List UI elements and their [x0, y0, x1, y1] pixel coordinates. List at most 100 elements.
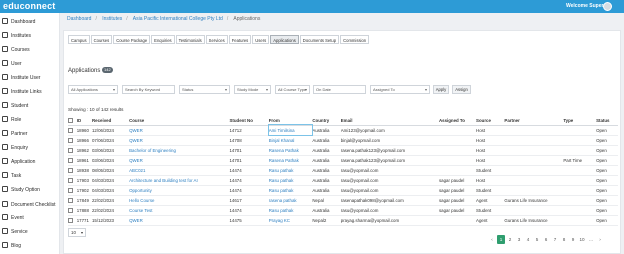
tab-course-package[interactable]: Course Package — [113, 35, 151, 44]
row-checkbox[interactable] — [68, 195, 77, 206]
table-row[interactable]: 17771 15/12/2023 QWER 14475 Prayag KC Nepal2 p… — [68, 215, 618, 226]
sidebar-item-student[interactable]: Student — [0, 100, 60, 111]
cell-from[interactable]: Prayag KC — [268, 215, 313, 226]
column-header-assigned-to[interactable]: Assigned To — [438, 116, 477, 126]
cell-from[interactable]: Rasena Pathak — [268, 145, 313, 156]
row-checkbox[interactable] — [68, 145, 77, 156]
sidebar-item-courses[interactable]: Courses — [0, 44, 60, 55]
table-row[interactable]: 18938 08/05/2024 ABC021 14474 Rasu pathak Aus… — [68, 165, 618, 176]
app-logo[interactable]: educonnect — [3, 1, 56, 11]
table-row[interactable]: 18966 07/06/2024 QWER 14708 Binjal Khanal Aus… — [68, 135, 618, 146]
cell-from[interactable]: Rasu pathak — [268, 165, 313, 176]
sidebar-item-task[interactable]: Task — [0, 170, 60, 181]
breadcrumb-institutes[interactable]: Institutes — [102, 16, 122, 22]
page-1[interactable]: 1 — [497, 235, 505, 244]
column-header-from[interactable]: From — [268, 116, 313, 126]
column-header-student-no[interactable]: Student No — [229, 116, 269, 126]
cell-course[interactable]: QWER — [129, 125, 230, 136]
applications-filter-select[interactable]: All Applications ▾ — [68, 85, 118, 94]
sidebar-item-service[interactable]: Service — [0, 226, 60, 237]
tab-commission[interactable]: Commission — [340, 35, 370, 44]
tab-users[interactable]: Users — [252, 35, 270, 44]
cell-course[interactable]: ABC021 — [129, 165, 230, 176]
avatar[interactable] — [603, 2, 612, 11]
sidebar-item-study-option[interactable]: Study Option — [0, 184, 60, 195]
sidebar-item-institute-user[interactable]: Institute User — [0, 72, 60, 83]
assign-button[interactable]: Assign — [452, 85, 471, 94]
sidebar-item-event[interactable]: Event — [0, 212, 60, 223]
table-row[interactable]: 18960 12/06/2024 QWER 14712 Ami Timilsina Aus… — [68, 124, 618, 136]
row-checkbox[interactable] — [68, 155, 77, 166]
sidebar-item-role[interactable]: Role — [0, 114, 60, 125]
table-row[interactable]: 17902 04/03/2024 Opportunity 14474 Rasu path… — [68, 185, 618, 196]
cell-course[interactable]: QWER — [129, 155, 230, 166]
search-input[interactable]: Search By Keyword — [122, 85, 175, 94]
study-mode-select[interactable]: Study Mode ▾ — [234, 85, 271, 94]
row-checkbox[interactable] — [68, 135, 77, 146]
tab-enquiries[interactable]: Enquiries — [151, 35, 175, 44]
prev-page-icon[interactable]: ‹ — [488, 235, 496, 244]
cell-from[interactable]: Rasu pathak — [268, 175, 313, 186]
row-checkbox[interactable] — [68, 165, 77, 176]
next-page-icon[interactable]: › — [596, 235, 604, 244]
table-row[interactable]: 18962 03/06/2024 Bachelor of Engineering 14… — [68, 145, 618, 156]
row-checkbox[interactable] — [68, 175, 77, 186]
table-row[interactable]: 17849 22/02/2024 Hello Course 14617 rasena p… — [68, 195, 618, 206]
sidebar-item-user[interactable]: User — [0, 58, 60, 69]
course-type-select[interactable]: All Course Type ▾ — [275, 85, 310, 94]
sidebar-item-document-checklist[interactable]: Document Checklist — [0, 199, 60, 210]
table-row[interactable]: 17888 22/02/2024 Course Test 14474 Rasu path… — [68, 205, 618, 216]
cell-from[interactable]: Binjal Khanal — [268, 135, 313, 146]
sidebar-item-partner[interactable]: Partner — [0, 128, 60, 139]
tab-documents-setup[interactable]: Documents Setup — [299, 35, 340, 44]
page-4[interactable]: 4 — [524, 235, 532, 244]
sidebar-item-institutes[interactable]: Institutes — [0, 30, 60, 41]
column-header-id[interactable]: ID — [76, 116, 92, 126]
table-row[interactable]: 18961 03/06/2024 QWER 14701 Rasena Pathak Aus… — [68, 155, 618, 166]
column-header-type[interactable]: Type — [563, 116, 597, 126]
cell-course[interactable]: Bachelor of Engineering — [129, 145, 230, 156]
column-header-email[interactable]: Email — [340, 116, 439, 126]
table-row[interactable]: 17903 04/03/2024 Architecture and Building… — [68, 175, 618, 186]
tab-services[interactable]: Services — [205, 35, 228, 44]
cell-course[interactable]: Course Test — [129, 205, 230, 216]
column-header-source[interactable]: Source — [476, 116, 505, 126]
per-page-select[interactable]: 10 ▾ — [68, 228, 86, 237]
breadcrumb-dashboard[interactable]: Dashboard — [67, 16, 91, 22]
page-9[interactable]: 9 — [569, 235, 577, 244]
sidebar-item-application[interactable]: Application — [0, 156, 60, 167]
cell-course[interactable]: Opportunity — [129, 185, 230, 196]
tab-features[interactable]: Features — [228, 35, 252, 44]
column-header-country[interactable]: Country — [312, 116, 341, 126]
column-header-course[interactable]: Course — [129, 116, 230, 126]
page-10[interactable]: 10 — [578, 235, 586, 244]
status-select[interactable]: Status ▾ — [179, 85, 230, 94]
row-checkbox[interactable] — [68, 205, 77, 216]
page-5[interactable]: 5 — [533, 235, 541, 244]
cell-from[interactable]: Rasena Pathak — [268, 155, 313, 166]
row-checkbox[interactable] — [68, 125, 77, 136]
sidebar-item-institute-links[interactable]: Institute Links — [0, 86, 60, 97]
page-6[interactable]: 6 — [542, 235, 550, 244]
cell-from[interactable]: Rasu pathak — [268, 205, 313, 216]
breadcrumb-institute-name[interactable]: Asia Pacific International College Pty L… — [133, 16, 223, 22]
page-2[interactable]: 2 — [506, 235, 514, 244]
tab-applications[interactable]: Applications — [270, 35, 299, 44]
cell-course[interactable]: Hello Course — [129, 195, 230, 206]
cell-course[interactable]: QWER — [129, 135, 230, 146]
page-8[interactable]: 8 — [560, 235, 568, 244]
cell-course[interactable]: Architecture and Building test for AI — [129, 175, 230, 186]
select-all-checkbox[interactable] — [68, 116, 77, 126]
row-checkbox[interactable] — [68, 185, 77, 196]
cell-course[interactable]: QWER — [129, 215, 230, 226]
tab-testimonials[interactable]: Testimonials — [175, 35, 205, 44]
column-header-received[interactable]: Received — [91, 116, 130, 126]
assigned-to-select[interactable]: Assigned To ▾ — [370, 85, 430, 94]
cell-from[interactable]: Rasu pathak — [268, 185, 313, 196]
tab-courses[interactable]: Courses — [90, 35, 113, 44]
page-3[interactable]: 3 — [515, 235, 523, 244]
cell-from[interactable]: Ami Timilsina — [267, 124, 314, 136]
date-input[interactable]: On Date — [313, 85, 366, 94]
sidebar-item-dashboard[interactable]: Dashboard — [0, 16, 60, 27]
tab-campus[interactable]: Campus — [68, 35, 90, 44]
